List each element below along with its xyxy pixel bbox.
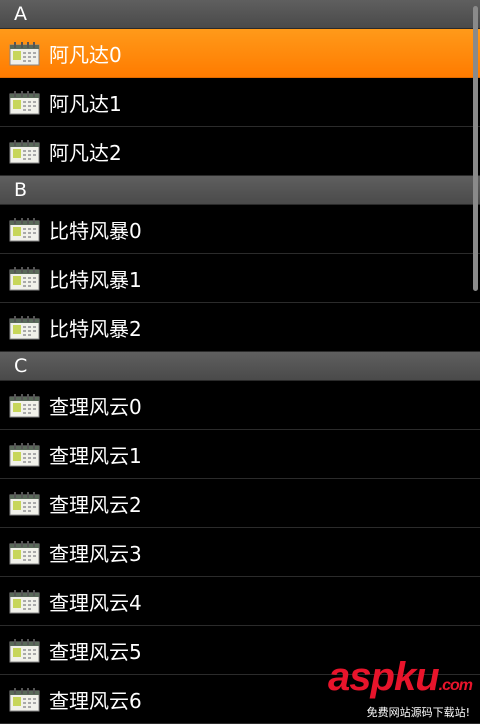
section-header-c: C — [0, 352, 480, 381]
calendar-icon — [9, 266, 40, 290]
list-item[interactable]: 比特风暴1 — [0, 254, 480, 303]
list-item-label: 查理风云1 — [49, 443, 142, 468]
calendar-icon — [9, 217, 40, 241]
list-item-label: 查理风云4 — [49, 590, 142, 615]
calendar-icon — [9, 442, 40, 466]
list-item-label: 阿凡达1 — [49, 91, 122, 116]
list-item[interactable]: 阿凡达2 — [0, 127, 480, 176]
calendar-icon — [9, 41, 40, 65]
scrollbar[interactable] — [473, 6, 478, 291]
calendar-icon — [9, 589, 40, 613]
watermark-text: aspku.com — [328, 655, 473, 699]
calendar-icon — [9, 687, 40, 711]
list-item[interactable]: 阿凡达0 — [0, 29, 480, 78]
list-item[interactable]: 查理风云1 — [0, 430, 480, 479]
watermark-logo: aspku.com 免费网站源码下载站! — [328, 655, 473, 720]
list-item[interactable]: 比特风暴0 — [0, 205, 480, 254]
list-item-label: 阿凡达0 — [49, 42, 122, 67]
calendar-icon — [9, 638, 40, 662]
list-item[interactable]: 查理风云3 — [0, 528, 480, 577]
section-header-b: B — [0, 176, 480, 205]
section-header-a: A — [0, 0, 480, 29]
list-item[interactable]: 查理风云0 — [0, 381, 480, 430]
calendar-icon — [9, 315, 40, 339]
list-item-label: 查理风云0 — [49, 394, 142, 419]
alphabet-list: A 阿凡达0 阿凡达1 阿凡达2 B 比特风暴0 比特风暴1 比特风暴2 C 查… — [0, 0, 480, 724]
calendar-icon — [9, 540, 40, 564]
list-item-label: 查理风云2 — [49, 492, 142, 517]
calendar-icon — [9, 90, 40, 114]
list-item-label: 查理风云6 — [49, 688, 142, 713]
list-item-label: 比特风暴1 — [49, 267, 142, 292]
list-item[interactable]: 查理风云2 — [0, 479, 480, 528]
list-item-label: 查理风云3 — [49, 541, 142, 566]
calendar-icon — [9, 491, 40, 515]
calendar-icon — [9, 393, 40, 417]
list-item[interactable]: 阿凡达1 — [0, 78, 480, 127]
list-item-label: 比特风暴0 — [49, 218, 142, 243]
list-item-label: 比特风暴2 — [49, 316, 142, 341]
list-item-label: 阿凡达2 — [49, 140, 122, 165]
list-item[interactable]: 比特风暴2 — [0, 303, 480, 352]
list-item[interactable]: 查理风云4 — [0, 577, 480, 626]
watermark-subtitle: 免费网站源码下载站! — [328, 704, 472, 720]
calendar-icon — [9, 139, 40, 163]
list-item-label: 查理风云5 — [49, 639, 142, 664]
